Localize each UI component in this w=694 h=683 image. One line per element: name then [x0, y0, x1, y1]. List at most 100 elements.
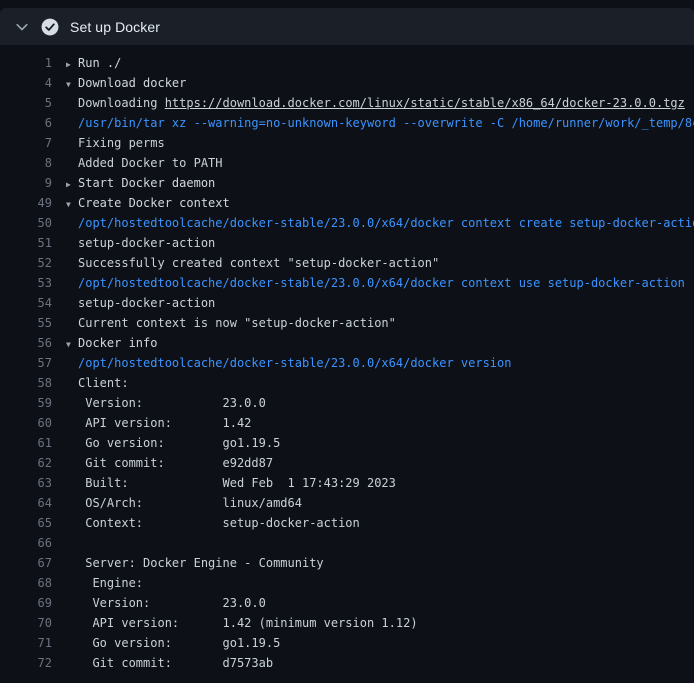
command-text: /usr/bin/tar xz --warning=no-unknown-key…: [66, 113, 694, 133]
log-text: Client:: [66, 373, 694, 393]
log-text: Successfully created context "setup-dock…: [66, 253, 694, 273]
line-number[interactable]: 56: [0, 333, 52, 353]
log-text: Context: setup-docker-action: [66, 513, 694, 533]
line-number[interactable]: 8: [0, 153, 52, 173]
line-number[interactable]: 69: [0, 593, 52, 613]
group-arrow-expanded-icon[interactable]: ▼: [66, 75, 78, 93]
log-text: OS/Arch: linux/amd64: [66, 493, 694, 513]
log-line: 54 setup-docker-action: [0, 293, 694, 313]
step-title: Set up Docker: [70, 19, 160, 35]
line-number[interactable]: 60: [0, 413, 52, 433]
line-number[interactable]: 1: [0, 53, 52, 73]
line-number[interactable]: 50: [0, 213, 52, 233]
line-number[interactable]: 68: [0, 573, 52, 593]
log-text: Version: 23.0.0: [66, 593, 694, 613]
log-text: Git commit: e92dd87: [66, 453, 694, 473]
group-title[interactable]: Create Docker context: [78, 196, 230, 210]
line-number[interactable]: 5: [0, 93, 52, 113]
line-number[interactable]: 4: [0, 73, 52, 93]
log-text: Downloading https://download.docker.com/…: [66, 93, 694, 113]
line-number[interactable]: 7: [0, 133, 52, 153]
log-line: 56 ▼Docker info: [0, 333, 694, 353]
line-number[interactable]: 67: [0, 553, 52, 573]
group-title[interactable]: Docker info: [78, 336, 157, 350]
log-line: 61 Go version: go1.19.5: [0, 433, 694, 453]
log-line: 71 Go version: go1.19.5: [0, 633, 694, 653]
log-line: 66: [0, 533, 694, 553]
line-number[interactable]: 9: [0, 173, 52, 193]
line-number[interactable]: 49: [0, 193, 52, 213]
log-line: 1 ▶Run ./: [0, 53, 694, 73]
group-arrow-collapsed-icon[interactable]: ▶: [66, 175, 78, 193]
log-group-header: ▼Docker info: [66, 333, 694, 353]
group-title[interactable]: Download docker: [78, 76, 186, 90]
log-line: 52 Successfully created context "setup-do…: [0, 253, 694, 273]
log-line: 55Current context is now "setup-docker-a…: [0, 313, 694, 333]
chevron-down-icon[interactable]: [14, 19, 30, 35]
log-group-header: ▼Download docker: [66, 73, 694, 93]
log-text: Git commit: d7573ab: [66, 653, 694, 673]
log-line: 5 Downloading https://download.docker.com…: [0, 93, 694, 113]
log-line: 8Added Docker to PATH: [0, 153, 694, 173]
line-number[interactable]: 66: [0, 533, 52, 553]
step-header[interactable]: Set up Docker: [0, 8, 694, 45]
log-text: API version: 1.42 (minimum version 1.12): [66, 613, 694, 633]
log-line: 49 ▼Create Docker context: [0, 193, 694, 213]
line-number[interactable]: 58: [0, 373, 52, 393]
line-number[interactable]: 64: [0, 493, 52, 513]
group-arrow-expanded-icon[interactable]: ▼: [66, 195, 78, 213]
log-line: 59 Version: 23.0.0: [0, 393, 694, 413]
log-line: 4 ▼Download docker: [0, 73, 694, 93]
log-text: API version: 1.42: [66, 413, 694, 433]
line-number[interactable]: 54: [0, 293, 52, 313]
log-text-prefix: Downloading: [78, 96, 165, 110]
log-line: 53/opt/hostedtoolcache/docker-stable/23.…: [0, 273, 694, 293]
group-title[interactable]: Run ./: [78, 56, 121, 70]
log-line: 51setup-docker-action: [0, 233, 694, 253]
line-number[interactable]: 61: [0, 433, 52, 453]
log-line: 50/opt/hostedtoolcache/docker-stable/23.…: [0, 213, 694, 233]
log-line: 7 Fixing perms: [0, 133, 694, 153]
line-number[interactable]: 71: [0, 633, 52, 653]
line-number[interactable]: 55: [0, 313, 52, 333]
log-line: 57/opt/hostedtoolcache/docker-stable/23.…: [0, 353, 694, 373]
log-text: Go version: go1.19.5: [66, 433, 694, 453]
line-number[interactable]: 63: [0, 473, 52, 493]
group-title[interactable]: Start Docker daemon: [78, 176, 215, 190]
log-text: Go version: go1.19.5: [66, 633, 694, 653]
log-line: 58 Client:: [0, 373, 694, 393]
log-container: 1▶Run ./4▼Download docker5Downloading ht…: [0, 45, 694, 673]
log-line: 6/usr/bin/tar xz --warning=no-unknown-ke…: [0, 113, 694, 133]
log-line: 69 Version: 23.0.0: [0, 593, 694, 613]
log-link[interactable]: https://download.docker.com/linux/static…: [165, 96, 685, 110]
line-number[interactable]: 52: [0, 253, 52, 273]
log-line: 64 OS/Arch: linux/amd64: [0, 493, 694, 513]
log-text: Engine:: [66, 573, 694, 593]
log-line: 72 Git commit: d7573ab: [0, 653, 694, 673]
line-number[interactable]: 6: [0, 113, 52, 133]
line-number[interactable]: 65: [0, 513, 52, 533]
line-number[interactable]: 70: [0, 613, 52, 633]
log-line: 70 API version: 1.42 (minimum version 1.…: [0, 613, 694, 633]
command-text: /opt/hostedtoolcache/docker-stable/23.0.…: [66, 273, 694, 293]
group-arrow-expanded-icon[interactable]: ▼: [66, 335, 78, 353]
log-text: [66, 533, 694, 553]
line-number[interactable]: 51: [0, 233, 52, 253]
log-text: Built: Wed Feb 1 17:43:29 2023: [66, 473, 694, 493]
log-text: setup-docker-action: [66, 293, 694, 313]
line-number[interactable]: 62: [0, 453, 52, 473]
log-group-header: ▶Run ./: [66, 53, 694, 73]
line-number[interactable]: 59: [0, 393, 52, 413]
log-line: 63 Built: Wed Feb 1 17:43:29 2023: [0, 473, 694, 493]
line-number[interactable]: 57: [0, 353, 52, 373]
group-arrow-collapsed-icon[interactable]: ▶: [66, 55, 78, 73]
line-number[interactable]: 53: [0, 273, 52, 293]
log-line: 68 Engine:: [0, 573, 694, 593]
check-circle-icon: [41, 18, 59, 36]
line-number[interactable]: 72: [0, 653, 52, 673]
log-line: 62 Git commit: e92dd87: [0, 453, 694, 473]
log-group-header: ▼Create Docker context: [66, 193, 694, 213]
command-text: /opt/hostedtoolcache/docker-stable/23.0.…: [66, 213, 694, 233]
log-text: Fixing perms: [66, 133, 694, 153]
command-text: /opt/hostedtoolcache/docker-stable/23.0.…: [66, 353, 694, 373]
